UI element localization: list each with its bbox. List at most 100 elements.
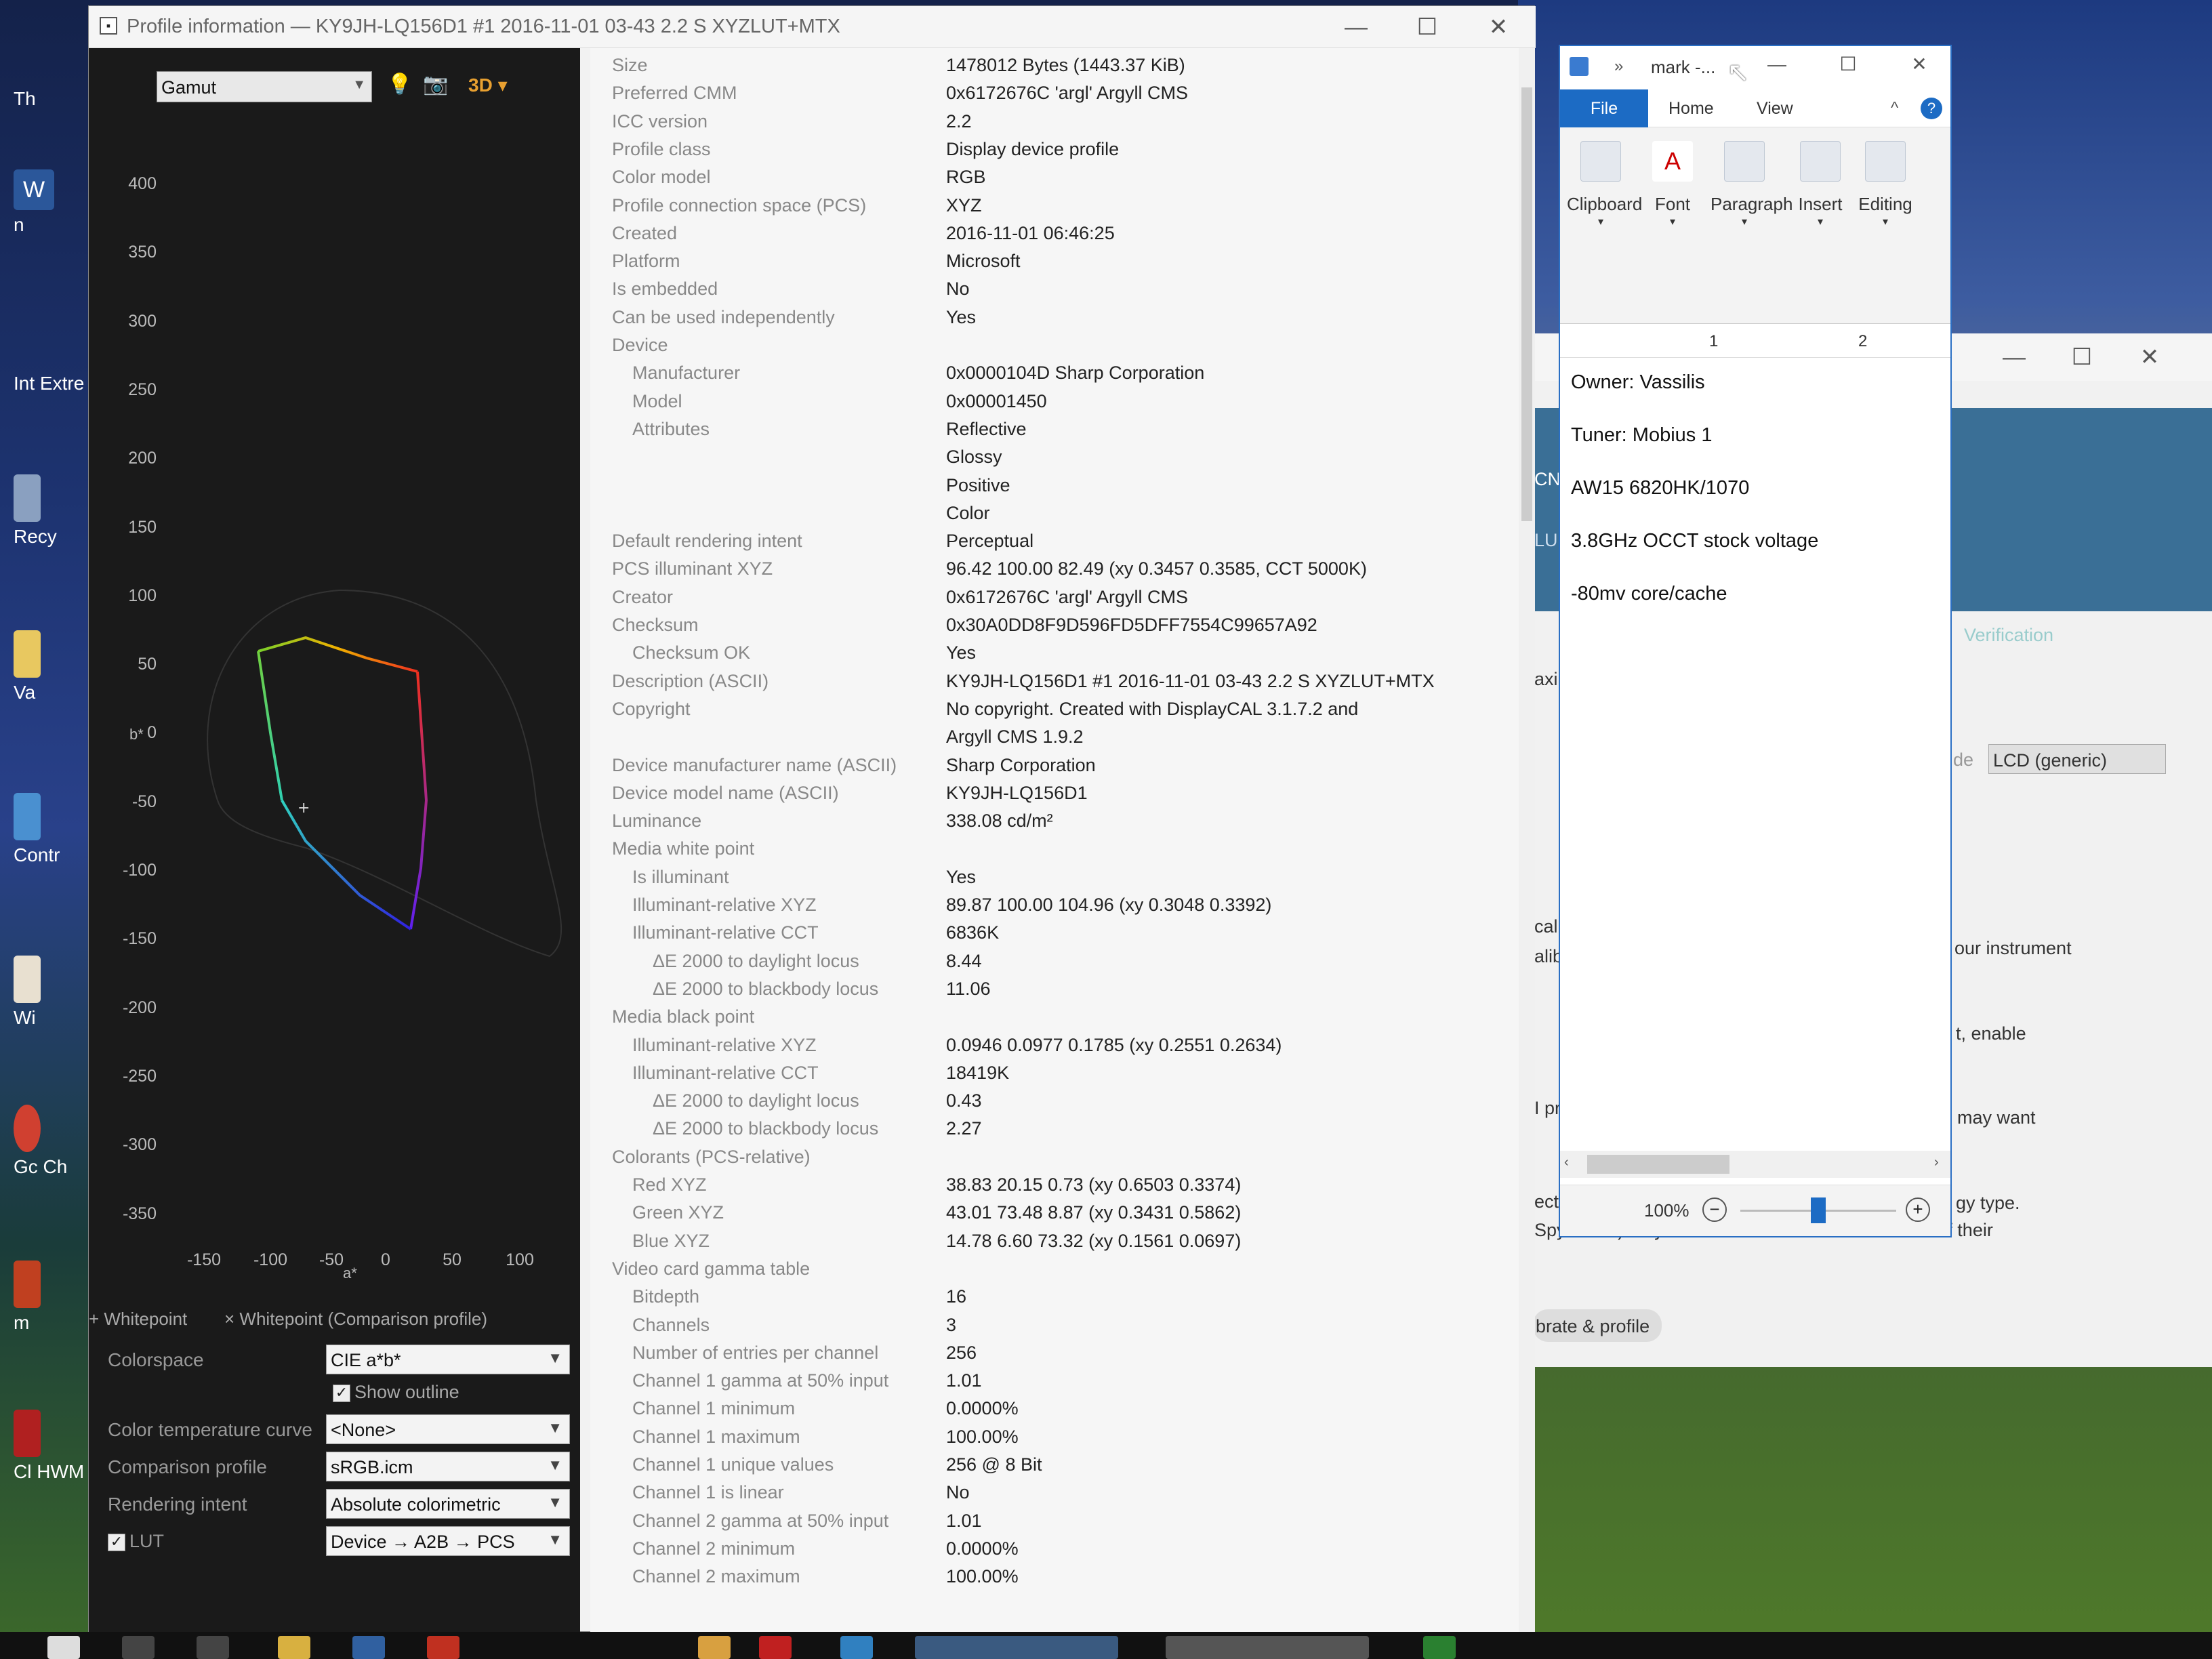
close-button[interactable]: ✕ xyxy=(1478,13,1519,41)
info-key: ΔE 2000 to blackbody locus xyxy=(653,1118,879,1139)
colorspace-label: Colorspace xyxy=(108,1349,204,1370)
start-button[interactable] xyxy=(47,1636,80,1659)
info-value: KY9JH-LQ156D1 xyxy=(946,782,1088,803)
bulb-icon[interactable]: 💡 xyxy=(387,73,412,96)
tab-verification[interactable]: Verification xyxy=(1964,625,2053,646)
lut-select[interactable]: Device → A2B → PCS ▼ xyxy=(326,1526,570,1556)
info-row: Attributes Reflective xyxy=(590,419,1519,447)
desktop-icon-control-panel[interactable]: Contr xyxy=(14,793,88,866)
taskbar-displaycal[interactable] xyxy=(1166,1636,1369,1659)
cut-text: axi xyxy=(1534,669,1558,689)
desktop-icon-folder[interactable]: Va xyxy=(14,630,88,703)
search-icon[interactable] xyxy=(122,1636,155,1659)
gamut-edge-blue-cyan xyxy=(281,799,412,930)
doc-line[interactable]: -80mv core/cache xyxy=(1571,583,1727,605)
desktop-icon[interactable]: Int Extre xyxy=(14,373,88,394)
plot-type-select[interactable]: Gamut ▼ xyxy=(157,71,372,102)
scroll-right-icon[interactable]: › xyxy=(1934,1155,1939,1170)
minimize-button[interactable]: — xyxy=(1757,50,1797,79)
font-button[interactable]: A Font ▾ xyxy=(1639,141,1706,228)
maximize-button[interactable]: ☐ xyxy=(1407,13,1448,41)
desktop-icon[interactable]: Wi xyxy=(14,956,88,1029)
taskbar-profile-info[interactable] xyxy=(915,1636,1118,1659)
desktop-icon-recycle-bin[interactable]: Recy xyxy=(14,474,88,548)
clipboard-button[interactable]: Clipboard ▾ xyxy=(1567,141,1642,228)
profile-window-titlebar[interactable]: ▪ Profile information — KY9JH-LQ156D1 #1… xyxy=(89,6,1536,48)
wordpad-window[interactable]: » mark -... — ☐ ✕ File Home View ^ ? Cli… xyxy=(1559,45,1952,1237)
color-temp-select[interactable]: <None> ▼ xyxy=(326,1414,570,1444)
scroll-left-icon[interactable]: ‹ xyxy=(1564,1155,1569,1170)
info-key: Channel 2 minimum xyxy=(632,1538,796,1559)
minimize-button[interactable]: — xyxy=(1336,13,1376,41)
sRGB-comparison-outline xyxy=(207,589,562,958)
doc-line[interactable]: AW15 6820HK/1070 xyxy=(1571,477,1749,499)
taskbar-app-icon[interactable] xyxy=(427,1636,459,1659)
desktop-icon[interactable]: m xyxy=(14,1261,88,1334)
tab-view[interactable]: View xyxy=(1757,99,1793,119)
minimize-button[interactable]: — xyxy=(1994,343,2034,371)
lut-checkbox[interactable]: ✓ LUT xyxy=(108,1531,164,1552)
collapse-ribbon-icon[interactable]: ^ xyxy=(1891,99,1898,118)
document-area[interactable]: Owner: Vassilis Tuner: Mobius 1 AW15 682… xyxy=(1560,358,1950,1198)
info-row: Channel 2 maximum 100.00% xyxy=(590,1566,1519,1594)
comparison-profile-label: Comparison profile xyxy=(108,1456,267,1477)
info-key: Illuminant-relative CCT xyxy=(632,1062,819,1083)
info-row: Color xyxy=(590,503,1519,531)
info-row: Device manufacturer name (ASCII) Sharp Co… xyxy=(590,755,1519,783)
info-row: Glossy xyxy=(590,447,1519,474)
close-button[interactable]: ✕ xyxy=(1899,50,1940,79)
desktop-icon-hwmonitor[interactable]: Cl HWM xyxy=(14,1410,88,1483)
info-key: Number of entries per channel xyxy=(632,1342,879,1363)
scroll-thumb[interactable] xyxy=(1587,1155,1729,1174)
file-explorer-icon[interactable] xyxy=(278,1636,310,1659)
taskbar-app-icon[interactable] xyxy=(698,1636,731,1659)
info-value: 43.01 73.48 8.87 (xy 0.3431 0.5862) xyxy=(946,1202,1242,1223)
camera-icon[interactable]: 📷 xyxy=(423,73,448,96)
info-value: Yes xyxy=(946,866,977,887)
insert-button[interactable]: Insert ▾ xyxy=(1786,141,1854,228)
zoom-slider-thumb[interactable] xyxy=(1811,1197,1826,1223)
doc-line[interactable]: Owner: Vassilis xyxy=(1571,371,1705,394)
editing-button[interactable]: Editing ▾ xyxy=(1851,141,1919,228)
info-row: Checksum 0x30A0DD8F9D596FD5DFF7554C99657A… xyxy=(590,615,1519,642)
maximize-button[interactable]: ☐ xyxy=(2062,343,2102,371)
task-view-icon[interactable] xyxy=(197,1636,229,1659)
taskbar-app-icon[interactable] xyxy=(759,1636,792,1659)
taskbar-app-icon[interactable] xyxy=(1423,1636,1456,1659)
profile-info-window[interactable]: ▪ Profile information — KY9JH-LQ156D1 #1… xyxy=(88,5,1536,1633)
info-value: XYZ xyxy=(946,194,982,216)
info-key: Channel 1 is linear xyxy=(632,1482,784,1503)
calibrate-profile-button[interactable]: brate & profile xyxy=(1533,1309,1662,1342)
info-value: Microsoft xyxy=(946,251,1021,272)
help-icon[interactable]: ? xyxy=(1921,98,1942,119)
view-3d-button[interactable]: 3D ▾ xyxy=(468,74,508,96)
info-value: 100.00% xyxy=(946,1566,1019,1587)
desktop-icon[interactable]: Th xyxy=(14,88,88,110)
zoom-in-button[interactable]: + xyxy=(1906,1197,1930,1222)
doc-line[interactable]: Tuner: Mobius 1 xyxy=(1571,424,1712,447)
tab-home[interactable]: Home xyxy=(1668,99,1714,119)
desktop-icon-chrome[interactable]: Gc Ch xyxy=(14,1105,88,1178)
maximize-button[interactable]: ☐ xyxy=(1828,50,1868,79)
info-key: Device model name (ASCII) xyxy=(612,782,839,803)
colorspace-select[interactable]: CIE a*b* ▼ xyxy=(326,1345,570,1374)
zoom-out-button[interactable]: − xyxy=(1702,1197,1727,1222)
ruler[interactable]: 1 2 xyxy=(1560,324,1950,358)
paragraph-button[interactable]: Paragraph ▾ xyxy=(1711,141,1793,228)
desktop-icon-word[interactable]: Wn xyxy=(14,169,88,236)
tab-file[interactable]: File xyxy=(1560,89,1648,127)
close-button[interactable]: ✕ xyxy=(2129,343,2170,371)
rendering-intent-select[interactable]: Absolute colorimetric ▼ xyxy=(326,1489,570,1519)
horizontal-scrollbar[interactable]: ‹ › xyxy=(1560,1151,1950,1178)
info-row: Number of entries per channel 256 xyxy=(590,1343,1519,1370)
taskbar-app-icon[interactable] xyxy=(840,1636,873,1659)
quick-access-icon[interactable]: » xyxy=(1614,57,1623,76)
scrollbar-thumb[interactable] xyxy=(1521,87,1532,521)
doc-line[interactable]: 3.8GHz OCCT stock voltage xyxy=(1571,530,1818,552)
display-type-select[interactable]: LCD (generic) xyxy=(1988,744,2166,774)
info-key: Channel 1 minimum xyxy=(632,1398,796,1419)
taskbar-app-icon[interactable] xyxy=(352,1636,385,1659)
show-outline-checkbox[interactable]: ✓ Show outline xyxy=(333,1382,459,1403)
comparison-profile-select[interactable]: sRGB.icm ▼ xyxy=(326,1452,570,1481)
wordpad-titlebar[interactable]: » mark -... — ☐ ✕ xyxy=(1560,46,1950,89)
